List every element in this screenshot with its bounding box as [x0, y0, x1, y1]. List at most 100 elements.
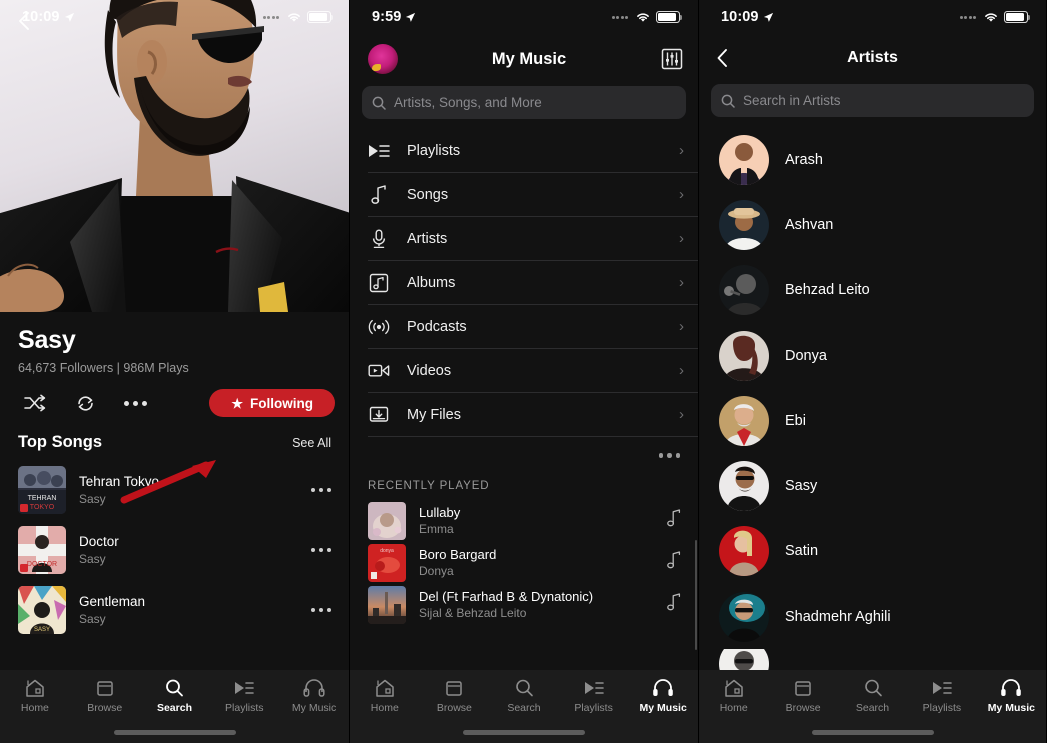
music-note-icon[interactable] — [667, 509, 682, 532]
artist-stats: 64,673 Followers | 986M Plays — [18, 361, 189, 375]
more-ellipsis-icon[interactable] — [658, 453, 680, 458]
tab-home[interactable]: Home — [0, 678, 70, 714]
clock-time: 9:59 — [372, 9, 402, 25]
location-arrow-icon — [64, 12, 74, 22]
artist-photo — [0, 0, 349, 312]
more-ellipsis-icon[interactable] — [118, 389, 152, 417]
tab-my-music[interactable]: My Music — [628, 678, 698, 714]
song-title: Boro Bargard — [419, 547, 497, 562]
wifi-icon — [985, 13, 997, 22]
equalizer-icon[interactable] — [660, 47, 684, 71]
tab-home[interactable]: Home — [699, 678, 768, 714]
tab-my-music[interactable]: My Music — [977, 678, 1046, 714]
song-title: Gentleman — [79, 594, 146, 609]
tab-browse[interactable]: Browse — [70, 678, 140, 714]
status-bar: 10:09 — [0, 0, 349, 34]
browse-icon — [96, 681, 113, 696]
menu-item-podcasts[interactable]: Podcasts › — [368, 305, 698, 349]
wifi-icon — [288, 13, 300, 22]
list-item[interactable]: Behzad Leito — [699, 258, 1046, 323]
battery-icon — [1004, 11, 1031, 23]
repeat-icon[interactable] — [68, 389, 102, 417]
recently-played-list: Lullaby Emma donya Boro Bargard Donya De… — [350, 500, 698, 626]
song-meta: Doctor Sasy — [79, 534, 294, 566]
list-item[interactable]: Satin — [699, 519, 1046, 584]
avatar[interactable] — [368, 44, 398, 74]
following-button[interactable]: ★ Following — [209, 389, 335, 417]
search-placeholder: Artists, Songs, and More — [394, 95, 542, 110]
my-music-header: My Music — [350, 34, 698, 80]
song-artist: Sasy — [79, 552, 106, 566]
song-artist: Donya — [419, 564, 454, 578]
menu-item-artists[interactable]: Artists › — [368, 217, 698, 261]
list-item[interactable]: Sasy — [699, 453, 1046, 518]
tab-search[interactable]: Search — [838, 678, 907, 714]
list-item[interactable]: Lullaby Emma — [350, 500, 698, 542]
table-row[interactable]: SASY Gentleman Sasy — [0, 580, 349, 640]
search-input[interactable]: Search in Artists — [711, 84, 1034, 117]
tab-home[interactable]: Home — [350, 678, 420, 714]
more-ellipsis-icon[interactable] — [307, 547, 336, 553]
list-item[interactable]: Ebi — [699, 388, 1046, 453]
more-ellipsis-icon[interactable] — [307, 487, 336, 493]
menu-label: Podcasts — [407, 318, 467, 335]
tab-search[interactable]: Search — [489, 678, 559, 714]
artist-profile-screen: 10:09 Sasy 64,673 Followers | 986M Plays — [0, 0, 349, 743]
list-item[interactable]: Del (Ft Farhad B & Dynatonic) Sijal & Be… — [350, 584, 698, 626]
list-item[interactable]: Ashvan — [699, 192, 1046, 257]
playlists-icon — [368, 143, 390, 159]
list-item[interactable]: Arash — [699, 127, 1046, 192]
tab-label: Playlists — [225, 702, 264, 714]
table-row[interactable]: TEHRAN TOKYO Tehran Tokyo Sasy — [0, 460, 349, 520]
avatar — [719, 199, 769, 250]
video-icon — [368, 363, 390, 378]
bottom-tab-bar: Home Browse Search Playlists My Music — [350, 670, 698, 743]
playlists-icon — [235, 682, 255, 694]
tab-browse[interactable]: Browse — [768, 678, 837, 714]
tab-search[interactable]: Search — [140, 678, 210, 714]
song-artist: Sijal & Behzad Leito — [419, 606, 527, 620]
scrollbar[interactable] — [694, 540, 697, 650]
chevron-right-icon: › — [679, 406, 684, 423]
tab-playlists[interactable]: Playlists — [209, 678, 279, 714]
see-all-link[interactable]: See All — [292, 436, 331, 450]
tab-label: Home — [370, 702, 399, 714]
tab-browse[interactable]: Browse — [420, 678, 490, 714]
menu-item-playlists[interactable]: Playlists › — [368, 129, 698, 173]
menu-item-videos[interactable]: Videos › — [368, 349, 698, 393]
menu-item-albums[interactable]: Albums › — [368, 261, 698, 305]
music-note-icon[interactable] — [667, 551, 682, 574]
tab-label: Browse — [436, 702, 472, 714]
more-ellipsis-icon[interactable] — [307, 607, 336, 613]
list-item[interactable]: Shadmehr Aghili — [699, 584, 1046, 649]
menu-item-my-files[interactable]: My Files › — [368, 393, 698, 437]
location-arrow-icon — [763, 12, 773, 22]
list-item[interactable]: Donya — [699, 323, 1046, 388]
menu-item-songs[interactable]: Songs › — [368, 173, 698, 217]
music-note-icon[interactable] — [667, 593, 682, 616]
shuffle-icon[interactable] — [18, 389, 52, 417]
table-row[interactable]: DOCTOR Doctor Sasy — [0, 520, 349, 580]
tab-playlists[interactable]: Playlists — [559, 678, 629, 714]
search-input[interactable]: Artists, Songs, and More — [362, 86, 686, 119]
page-title: My Music — [491, 49, 567, 68]
signal-dots-icon — [959, 15, 976, 19]
tab-my-music[interactable]: My Music — [279, 678, 349, 714]
home-indicator — [811, 730, 934, 735]
home-icon — [26, 679, 44, 697]
page-title: Sasy — [18, 326, 76, 354]
avatar — [719, 330, 769, 381]
avatar — [719, 265, 769, 316]
tab-label: Home — [20, 702, 49, 714]
song-meta: Gentleman Sasy — [79, 594, 294, 626]
status-right — [262, 11, 334, 23]
playlists-icon — [932, 682, 952, 694]
svg-text:SASY: SASY — [34, 627, 50, 633]
tab-playlists[interactable]: Playlists — [907, 678, 976, 714]
artist-name: Sasy — [785, 478, 818, 495]
list-item[interactable]: donya Boro Bargard Donya — [350, 542, 698, 584]
tab-label: My Music — [987, 702, 1035, 714]
song-title: Doctor — [79, 534, 119, 549]
artist-name: Arash — [785, 151, 823, 168]
artist-name: Ebi — [785, 412, 806, 429]
